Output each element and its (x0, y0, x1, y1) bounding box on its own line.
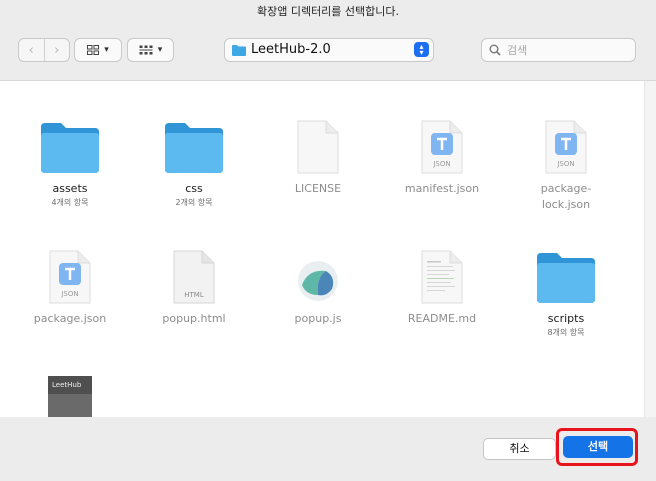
file-item-package-json[interactable]: JSON package.json (10, 239, 130, 327)
file-item-manifest-json[interactable]: JSON manifest.json (382, 109, 502, 197)
toolbar: ‹ › ▾ ▾ LeetHub-2.0 ▴ ▾ (0, 26, 656, 80)
svg-text:HTML: HTML (184, 291, 204, 299)
svg-text:JSON: JSON (556, 160, 574, 168)
file-name: README.md (407, 312, 477, 325)
folder-icon (41, 123, 99, 173)
json-document-icon: JSON (49, 250, 91, 304)
file-name: popup.html (162, 312, 226, 325)
dialog-title: 확장앱 디렉터리를 선택합니다. (256, 5, 400, 18)
file-name: assets (52, 182, 88, 195)
file-item-count: 2개의 항목 (175, 198, 213, 207)
file-item-image-thumbnail[interactable]: LeetHub (10, 369, 130, 417)
svg-text:JSON: JSON (432, 160, 450, 168)
location-label: LeetHub-2.0 (251, 42, 331, 57)
folder-icon (537, 253, 595, 303)
search-icon (489, 44, 501, 56)
search-field[interactable] (481, 38, 636, 62)
thumbnail-text: LeetHub (52, 381, 82, 389)
blank-document-icon (297, 120, 339, 174)
file-name: package-lock.json (540, 182, 592, 211)
file-item-css[interactable]: css 2개의 항목 (134, 109, 254, 208)
file-item-popup-html[interactable]: HTML popup.html (134, 239, 254, 327)
folder-icon (232, 45, 246, 56)
file-item-readme-md[interactable]: README.md (382, 239, 502, 327)
file-item-package-lock-json[interactable]: JSON package-lock.json (506, 109, 626, 213)
icon-view-button[interactable]: ▾ (74, 38, 122, 62)
javascript-file-icon (298, 261, 338, 301)
grid-icon (87, 45, 100, 55)
chevron-down-icon: ▾ (104, 45, 109, 55)
file-name: LICENSE (294, 182, 342, 195)
file-item-scripts[interactable]: scripts 8개의 항목 (506, 239, 626, 338)
file-item-popup-js[interactable]: popup.js (258, 239, 378, 327)
folder-icon (165, 123, 223, 173)
html-document-icon: HTML (173, 250, 215, 304)
file-item-count: 8개의 항목 (547, 328, 585, 337)
json-document-icon: JSON (421, 120, 463, 174)
group-view-button[interactable]: ▾ (127, 38, 174, 62)
file-item-count: 4개의 항목 (51, 198, 89, 207)
file-item-assets[interactable]: assets 4개의 항목 (10, 109, 130, 208)
up-down-chevron-icon: ▴ ▾ (414, 42, 429, 57)
vertical-scrollbar[interactable] (644, 81, 656, 417)
file-browser: assets 4개의 항목 css 2개의 항목 LICENSE JSON ma… (0, 80, 656, 418)
select-button[interactable]: 선택 (563, 436, 633, 458)
image-thumbnail-icon: LeetHub (48, 376, 92, 417)
dialog-footer: 취소 선택 (0, 417, 656, 481)
forward-chevron-icon[interactable]: › (45, 39, 70, 61)
file-name: css (185, 182, 203, 195)
file-name: manifest.json (404, 182, 480, 195)
json-document-icon: JSON (545, 120, 587, 174)
location-popup[interactable]: LeetHub-2.0 ▴ ▾ (224, 38, 434, 62)
search-input[interactable] (507, 39, 627, 61)
chevron-down-icon: ▾ (157, 45, 163, 55)
file-item-license[interactable]: LICENSE (258, 109, 378, 197)
svg-text:JSON: JSON (60, 290, 78, 298)
file-name: package.json (33, 312, 107, 325)
file-name: popup.js (294, 312, 342, 325)
back-forward-group: ‹ › (18, 38, 70, 62)
group-grid-icon (139, 45, 153, 55)
cancel-button[interactable]: 취소 (483, 438, 556, 460)
back-chevron-icon[interactable]: ‹ (19, 39, 45, 61)
file-name: scripts (547, 312, 585, 325)
markdown-document-icon (421, 250, 463, 304)
